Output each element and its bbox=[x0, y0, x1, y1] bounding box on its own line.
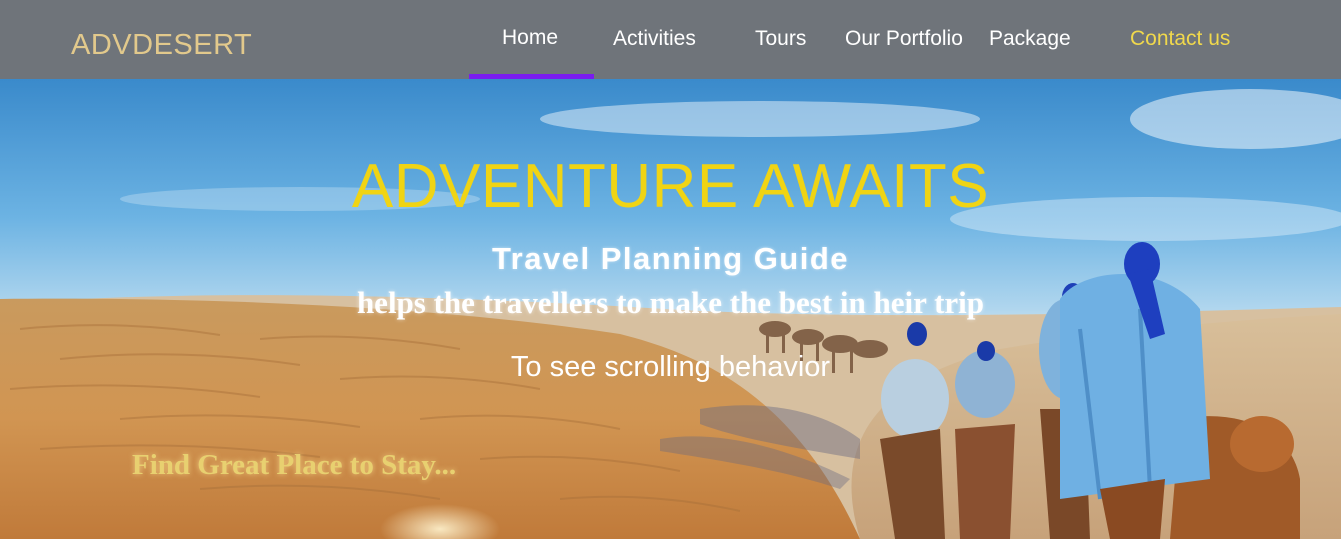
hero-title: ADVENTURE AWAITS bbox=[351, 152, 990, 221]
nav-item-our-portfolio[interactable]: Our Portfolio bbox=[845, 27, 963, 51]
active-nav-indicator bbox=[469, 74, 594, 79]
nav-item-tours[interactable]: Tours bbox=[755, 27, 806, 51]
navbar: ADVDESERT Home Activities Tours Our Port… bbox=[0, 0, 1341, 79]
brand-logo[interactable]: ADVDESERT bbox=[71, 29, 252, 62]
hero-banner: ADVENTURE AWAITS Travel Planning Guide h… bbox=[0, 79, 1341, 539]
hero-tagline: helps the travellers to make the best in… bbox=[356, 285, 985, 320]
nav-item-contact-us[interactable]: Contact us bbox=[1130, 27, 1230, 51]
find-place-text: Find Great Place to Stay... bbox=[132, 449, 457, 481]
page: ADVDESERT Home Activities Tours Our Port… bbox=[0, 0, 1341, 539]
hero-subtitle: Travel Planning Guide bbox=[491, 241, 850, 276]
nav-item-home[interactable]: Home bbox=[502, 26, 558, 50]
scroll-note: To see scrolling behavior bbox=[510, 351, 831, 383]
nav-item-package[interactable]: Package bbox=[989, 27, 1071, 51]
nav-item-activities[interactable]: Activities bbox=[613, 27, 696, 51]
